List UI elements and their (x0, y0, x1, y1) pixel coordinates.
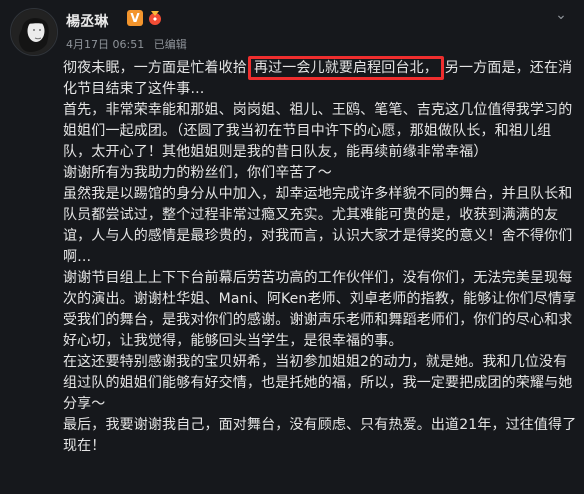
chevron-down-icon[interactable]: ⌄ (554, 8, 568, 22)
post-text-prefix: 彻夜未眠，一方面是忙着收拾 (63, 60, 247, 76)
post-content: 彻夜未眠，一方面是忙着收拾 再过一会儿就要启程回台北， 另一方面是，还在消化节目结束… (63, 56, 578, 457)
verified-icon: V (127, 10, 143, 26)
edited-label: 已编辑 (153, 38, 187, 51)
post-paragraph-6: 在这还要特别感谢我的宝贝妍希，当初参加姐姐2的动力，就是她。我和几位没有组过队的… (63, 354, 573, 412)
post-paragraph-4: 虽然我是以踢馆的身分从中加入，却幸运地完成许多样貌不同的舞台，并且队长和队员都尝… (63, 186, 573, 265)
medal-icon (149, 11, 161, 25)
avatar[interactable] (10, 8, 58, 56)
post-paragraph-1: 彻夜未眠，一方面是忙着收拾 再过一会儿就要启程回台北， 另一方面是，还在消化节目结束… (63, 56, 578, 100)
post-paragraph-5: 谢谢节目组上上下下台前幕后劳苦功高的工作伙伴们，没有你们，无法完美呈现每次的演出… (63, 270, 577, 349)
post-paragraph-7: 最后，我要谢谢我自己，面对舞台，没有顾虑、只有热爱。出道21年，过往值得了现在！ (63, 417, 577, 454)
post-paragraph-3: 谢谢所有为我助力的粉丝们，你们辛苦了～ (63, 165, 332, 181)
post-header: 楊丞琳 V 4月17日 06:51 已编辑 ⌄ (10, 8, 574, 56)
highlighted-text: 再过一会儿就要启程回台北， (247, 56, 444, 80)
weibo-post-card: 楊丞琳 V 4月17日 06:51 已编辑 ⌄ 彻夜未眠，一方面是忙着收拾 再过一… (0, 0, 584, 494)
post-meta: 4月17日 06:51 已编辑 (66, 36, 193, 52)
post-paragraph-2: 首先，非常荣幸能和那姐、岗岗姐、祖儿、王鸥、笔笔、吉克这几位值得我学习的姐姐们一… (63, 102, 573, 160)
avatar-photo-icon (11, 9, 57, 55)
timestamp: 4月17日 06:51 (66, 38, 145, 51)
username[interactable]: 楊丞琳 (66, 11, 109, 31)
